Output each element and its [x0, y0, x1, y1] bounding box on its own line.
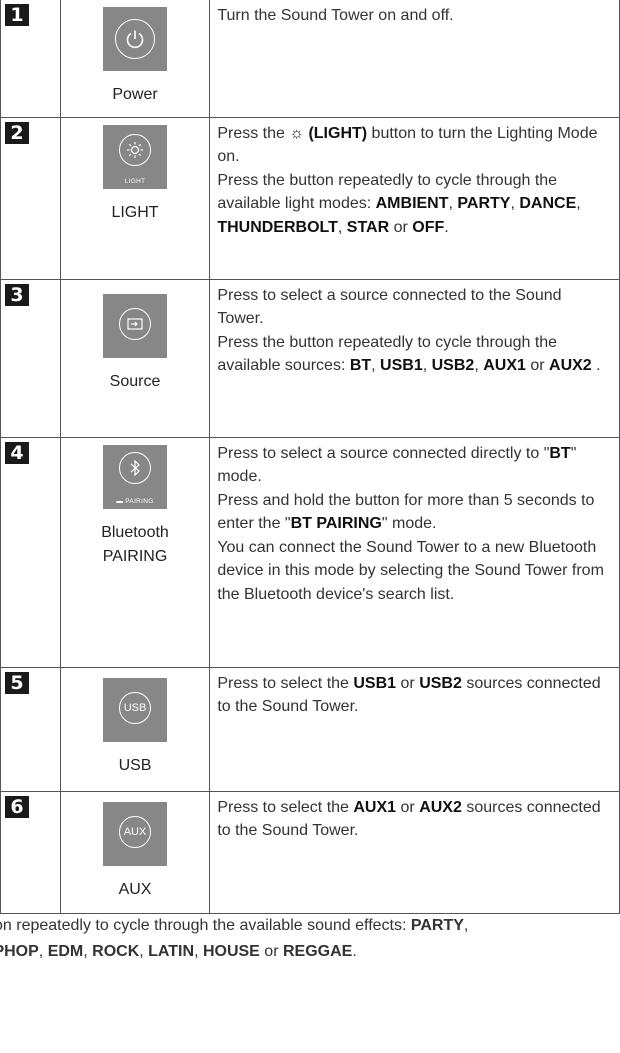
button-description: Press to select a source connected to th… [217, 286, 601, 375]
emphasized-term: OFF [412, 218, 445, 236]
button-description: Turn the Sound Tower on and off. [217, 7, 454, 24]
light-button-tile: LIGHT [103, 124, 168, 189]
emphasized-term: LATIN [148, 943, 195, 960]
usb-button-tile: USB [103, 677, 168, 742]
emphasized-term: USB1 [380, 357, 423, 375]
bluetooth-button-tile: ▬ PAIRING [103, 444, 168, 509]
button-description: Press to select the AUX1 or AUX2 sources… [217, 798, 601, 840]
tile-caption: LIGHT [124, 177, 146, 185]
button-name: Power [112, 86, 158, 103]
footer-line-2: IPHOP, EDM, ROCK, LATIN, HOUSE or REGGAE… [0, 940, 357, 964]
footer-line-1: on repeatedly to cycle through the avail… [0, 917, 469, 934]
emphasized-term: AUX2 [549, 357, 592, 375]
emphasized-term: ROCK [92, 943, 140, 960]
emphasized-term: AUX1 [353, 798, 397, 816]
button-name: Bluetooth PAIRING [101, 523, 169, 565]
usb-icon: USB [119, 691, 152, 724]
emphasized-term: THUNDERBOLT [217, 218, 338, 236]
table-row: 4 ▬ PAIRING Bluetooth PAIRING Press to s… [0, 436, 620, 668]
aux-icon: AUX [119, 815, 152, 848]
row-number-badge: 6 [5, 795, 29, 818]
table-row: 5 USB USB Press to select the USB1 or US… [0, 666, 620, 792]
emphasized-term: USB2 [431, 357, 475, 375]
emphasized-term: EDM [47, 943, 84, 960]
table-row: 3 Source Press to select a source connec… [0, 278, 620, 438]
row-number-badge: 1 [5, 4, 29, 26]
button-description: Press to select a source connected direc… [217, 444, 604, 604]
emphasized-term: STAR [346, 218, 390, 236]
power-icon [115, 19, 156, 59]
row-number-badge: 5 [5, 671, 29, 694]
row-number-badge: 2 [5, 121, 29, 144]
emphasized-term: BT [349, 357, 372, 375]
source-icon [119, 307, 152, 340]
footer-note: on repeatedly to cycle through the avail… [0, 914, 620, 960]
table-row: 1 Power Turn the Sound Tower on and off. [0, 0, 620, 118]
emphasized-term: ☼ (LIGHT) [289, 124, 368, 142]
button-name: USB [118, 756, 152, 774]
emphasized-term: PARTY [410, 917, 464, 934]
button-name: LIGHT [111, 203, 159, 221]
aux-button-tile: AUX [103, 801, 168, 866]
button-name: AUX [118, 880, 152, 898]
emphasized-term: REGGAE [282, 943, 353, 960]
emphasized-term: DANCE [519, 195, 577, 213]
emphasized-term: BT PAIRING [290, 515, 382, 533]
button-description: Press the ☼ (LIGHT) button to turn the L… [217, 124, 598, 236]
emphasized-term: IPHOP [0, 943, 39, 960]
usb-icon-text: USB [123, 701, 147, 714]
button-name: Source [109, 372, 161, 390]
table-row: 6 AUX AUX Press to select the AUX1 or AU… [0, 790, 620, 914]
button-description: Press to select the USB1 or USB2 sources… [217, 674, 601, 716]
emphasized-term: AUX1 [483, 357, 526, 375]
emphasized-term: PARTY [457, 195, 511, 213]
emphasized-term: USB2 [419, 674, 462, 692]
source-button-tile [103, 293, 168, 358]
table-row: 2 LIGHT LIGHT Press the ☼ (LIGHT) button… [0, 116, 620, 280]
row-number-badge: 3 [5, 283, 29, 306]
emphasized-term: USB1 [353, 674, 397, 692]
power-button-tile [103, 7, 168, 71]
emphasized-term: HOUSE [202, 943, 260, 960]
tile-caption-text: PAIRING [125, 497, 154, 505]
row-number-badge: 4 [5, 441, 29, 464]
button-reference-table: 1 Power Turn the Sound Tower on and off.… [0, 0, 620, 914]
aux-icon-text: AUX [123, 825, 147, 838]
light-icon [119, 133, 152, 166]
bluetooth-icon [119, 451, 152, 484]
emphasized-term: BT [549, 444, 571, 462]
emphasized-term: AUX2 [419, 798, 462, 816]
emphasized-term: AMBIENT [375, 195, 449, 213]
tile-caption: ▬ PAIRING [116, 497, 154, 505]
